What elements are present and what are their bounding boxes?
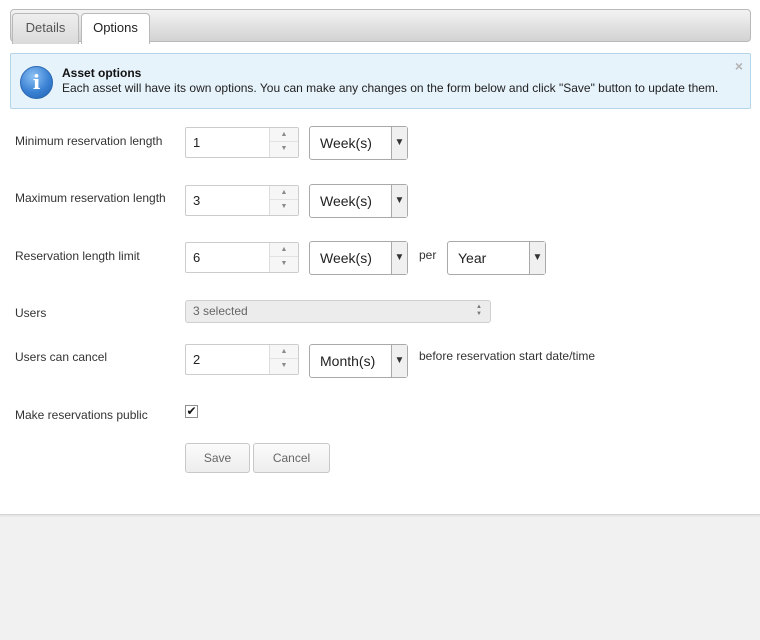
updown-icon: ▲ ▼	[476, 304, 482, 317]
cancel-button[interactable]: Cancel	[253, 443, 330, 473]
max-length-label: Maximum reservation length	[15, 191, 166, 205]
info-message: i Asset options Each asset will have its…	[10, 53, 751, 109]
decrement-icon[interactable]: ▼	[270, 257, 298, 271]
cancel-suffix: before reservation start date/time	[419, 349, 596, 363]
tab-details[interactable]: Details	[12, 13, 79, 44]
info-icon: i	[20, 66, 53, 99]
tab-bar: Details Options	[10, 9, 751, 44]
decrement-icon[interactable]: ▼	[270, 359, 298, 373]
info-text: Each asset will have its own options. Yo…	[62, 81, 719, 95]
chevron-down-icon[interactable]: ▼	[391, 185, 407, 217]
close-icon[interactable]: ×	[735, 58, 743, 74]
increment-icon[interactable]: ▲	[270, 128, 298, 142]
increment-icon[interactable]: ▲	[270, 243, 298, 257]
per-period-value: Year	[458, 250, 487, 266]
max-length-value[interactable]: 3	[193, 186, 200, 215]
length-limit-unit-value: Week(s)	[320, 250, 372, 266]
save-button[interactable]: Save	[185, 443, 250, 473]
max-length-unit-value: Week(s)	[320, 193, 372, 209]
decrement-icon[interactable]: ▼	[270, 200, 298, 214]
tab-options[interactable]: Options	[81, 13, 150, 44]
chevron-down-icon[interactable]: ▼	[391, 242, 407, 274]
public-checkbox[interactable]: ✔	[185, 405, 198, 418]
stepper-buttons: ▲ ▼	[269, 186, 298, 215]
cancel-stepper[interactable]: 2 ▲ ▼	[185, 344, 299, 375]
decrement-icon[interactable]: ▼	[270, 142, 298, 156]
per-label: per	[419, 248, 437, 262]
users-selected-value: 3 selected	[193, 304, 248, 318]
checkmark-icon: ✔	[186, 404, 197, 418]
min-length-label: Minimum reservation length	[15, 134, 163, 148]
max-length-stepper[interactable]: 3 ▲ ▼	[185, 185, 299, 216]
info-title: Asset options	[62, 66, 142, 80]
stepper-buttons: ▲ ▼	[269, 128, 298, 157]
stepper-buttons: ▲ ▼	[269, 243, 298, 272]
length-limit-label: Reservation length limit	[15, 249, 140, 263]
increment-icon[interactable]: ▲	[270, 186, 298, 200]
min-length-value[interactable]: 1	[193, 128, 200, 157]
length-limit-unit-select[interactable]: Week(s) ▼	[309, 241, 408, 275]
min-length-unit-select[interactable]: Week(s) ▼	[309, 126, 408, 160]
per-period-select[interactable]: Year ▼	[447, 241, 546, 275]
cancel-unit-select[interactable]: Month(s) ▼	[309, 344, 408, 378]
chevron-down-icon[interactable]: ▼	[391, 345, 407, 377]
length-limit-value[interactable]: 6	[193, 243, 200, 272]
cancel-value[interactable]: 2	[193, 345, 200, 374]
min-length-stepper[interactable]: 1 ▲ ▼	[185, 127, 299, 158]
increment-icon[interactable]: ▲	[270, 345, 298, 359]
public-label: Make reservations public	[15, 408, 148, 422]
stepper-buttons: ▲ ▼	[269, 345, 298, 374]
cancel-label: Users can cancel	[15, 350, 108, 364]
min-length-unit-value: Week(s)	[320, 135, 372, 151]
users-multiselect[interactable]: 3 selected ▲ ▼	[185, 300, 491, 323]
cancel-unit-value: Month(s)	[320, 353, 376, 369]
max-length-unit-select[interactable]: Week(s) ▼	[309, 184, 408, 218]
length-limit-stepper[interactable]: 6 ▲ ▼	[185, 242, 299, 273]
asset-options-panel: Details Options i Asset options Each ass…	[0, 0, 760, 515]
chevron-down-icon[interactable]: ▼	[391, 127, 407, 159]
users-label: Users	[15, 306, 47, 320]
chevron-down-icon[interactable]: ▼	[529, 242, 545, 274]
